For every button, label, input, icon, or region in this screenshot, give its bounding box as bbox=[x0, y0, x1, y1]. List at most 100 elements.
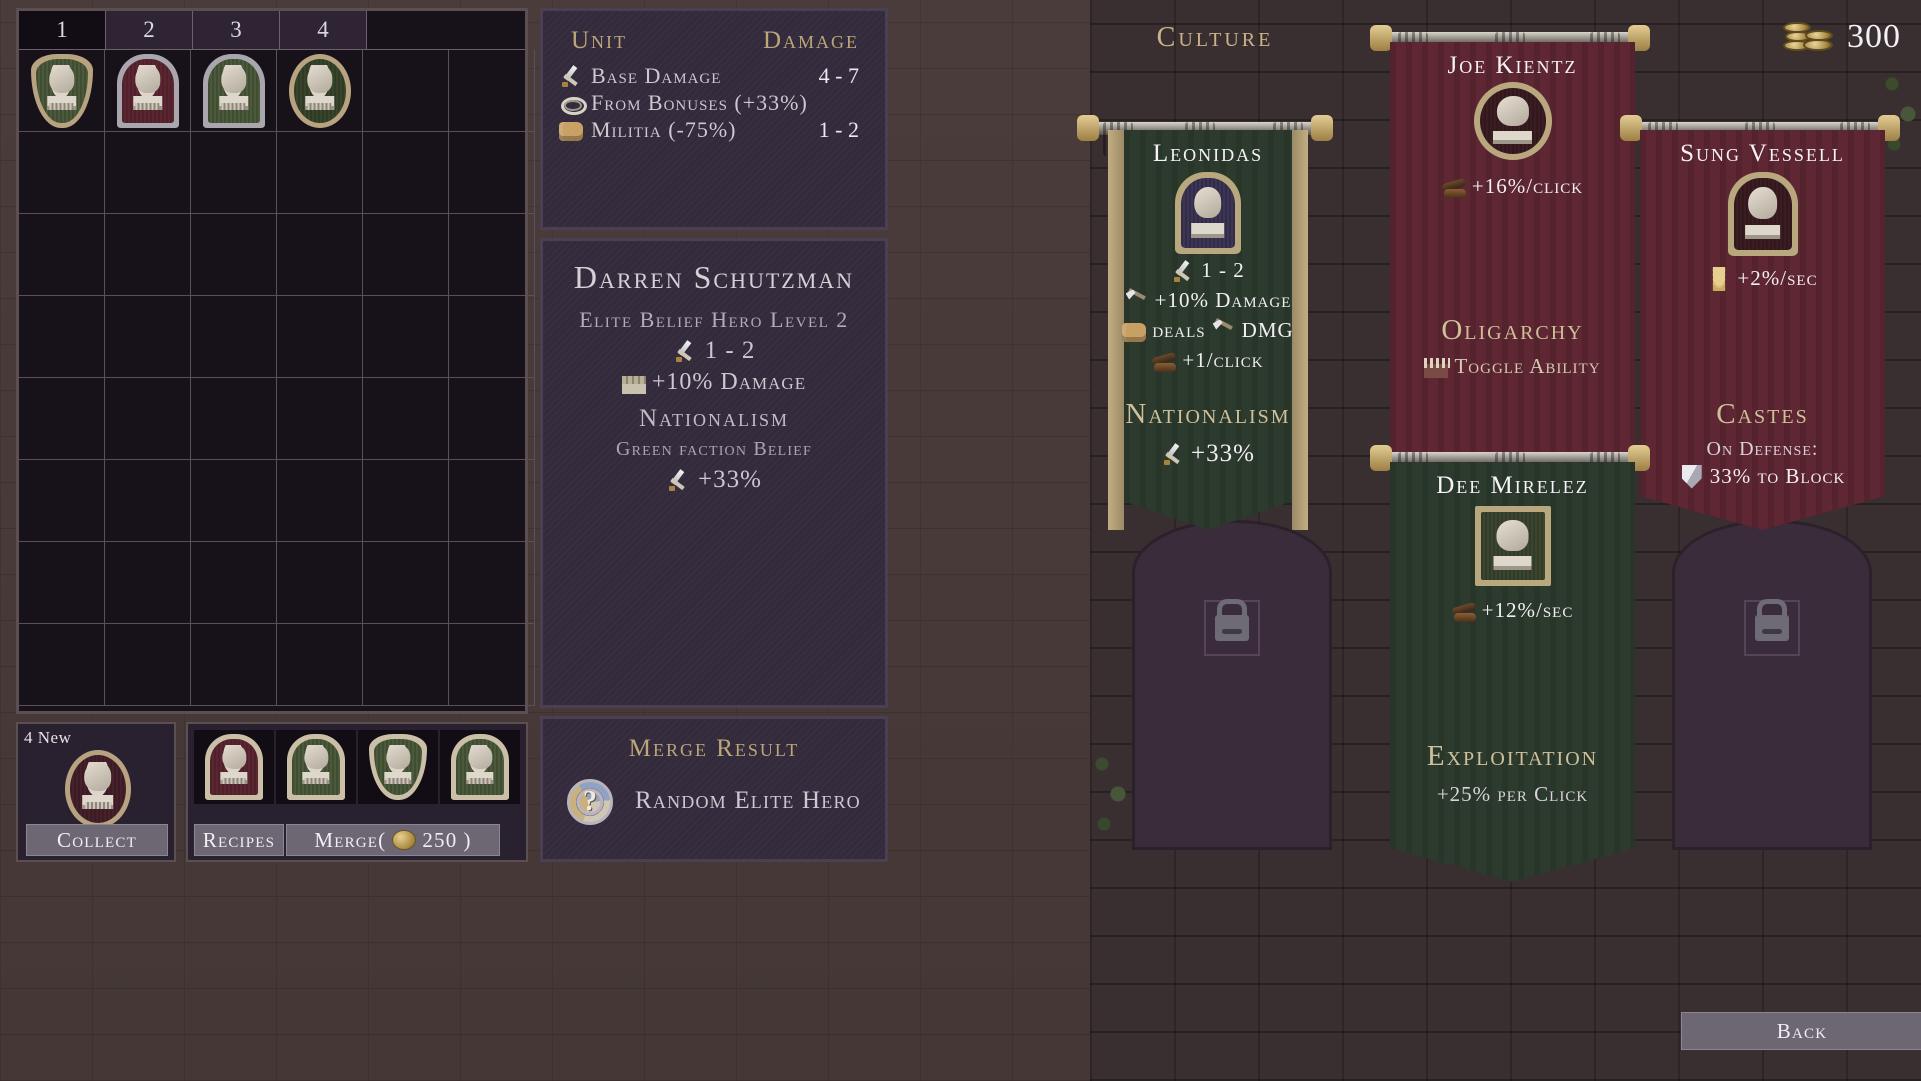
culture-banner-sung-vessell[interactable]: Sung Vessell +2%/sec Castes On Defense: … bbox=[1640, 130, 1885, 530]
collect-button[interactable]: Collect bbox=[26, 824, 168, 856]
banner-portrait[interactable] bbox=[1473, 82, 1552, 160]
inventory-cell[interactable] bbox=[191, 624, 277, 706]
inventory-cell[interactable] bbox=[449, 214, 535, 296]
inventory-cell[interactable] bbox=[191, 460, 277, 542]
inventory-cell[interactable] bbox=[191, 214, 277, 296]
inventory-cell[interactable] bbox=[363, 460, 449, 542]
inventory-cell[interactable] bbox=[19, 132, 105, 214]
tab-label: 2 bbox=[143, 17, 155, 42]
inventory-cell[interactable] bbox=[19, 624, 105, 706]
hero-token[interactable] bbox=[202, 53, 265, 128]
inventory-tab-2[interactable]: 2 bbox=[106, 11, 193, 49]
hero-token[interactable] bbox=[205, 734, 263, 800]
hero-token[interactable] bbox=[369, 734, 427, 800]
inventory-cell[interactable] bbox=[19, 542, 105, 624]
hero-token[interactable] bbox=[65, 750, 131, 828]
hero-name: Darren Schutzman bbox=[573, 259, 855, 295]
inventory-cell[interactable] bbox=[19, 214, 105, 296]
inventory-cell[interactable] bbox=[449, 542, 535, 624]
inventory-cell[interactable] bbox=[449, 624, 535, 706]
stat-text: deals bbox=[1152, 318, 1206, 342]
inventory-cell[interactable] bbox=[191, 542, 277, 624]
inventory-tab-1[interactable]: 1 bbox=[19, 11, 106, 49]
inventory-cell[interactable] bbox=[19, 460, 105, 542]
inventory-cell[interactable] bbox=[277, 460, 363, 542]
inventory-cell[interactable] bbox=[277, 50, 363, 132]
fist-icon bbox=[559, 122, 583, 141]
inventory-cell[interactable] bbox=[449, 460, 535, 542]
banner-portrait[interactable] bbox=[1474, 506, 1551, 586]
unit-stats-card: Unit Damage Base Damage 4 - 7 From Bonus… bbox=[540, 8, 888, 230]
inventory-cell[interactable] bbox=[363, 624, 449, 706]
inventory-grid bbox=[19, 50, 535, 706]
inventory-cell[interactable] bbox=[449, 378, 535, 460]
inventory-cell[interactable] bbox=[105, 378, 191, 460]
marble-bust-icon bbox=[464, 744, 496, 785]
inventory-cell[interactable] bbox=[191, 378, 277, 460]
locked-culture-slot-right[interactable] bbox=[1672, 520, 1872, 850]
inventory-cell[interactable] bbox=[105, 132, 191, 214]
tab-label: 1 bbox=[56, 17, 68, 42]
damage-column-header: Damage bbox=[762, 27, 859, 54]
inventory-cell[interactable] bbox=[277, 296, 363, 378]
inventory-cell[interactable] bbox=[19, 296, 105, 378]
recipe-slot[interactable] bbox=[440, 730, 520, 804]
inventory-cell[interactable] bbox=[19, 50, 105, 132]
inventory-tab-4[interactable]: 4 bbox=[280, 11, 367, 49]
locked-culture-slot-left[interactable] bbox=[1132, 520, 1332, 850]
inventory-cell[interactable] bbox=[277, 132, 363, 214]
banner-toggle-ability[interactable]: Toggle Ability bbox=[1390, 354, 1635, 379]
stat-text: +2%/sec bbox=[1737, 266, 1818, 290]
inventory-cell[interactable] bbox=[277, 624, 363, 706]
inventory-cell[interactable] bbox=[363, 50, 449, 132]
back-button[interactable]: Back bbox=[1681, 1012, 1921, 1050]
inventory-cell[interactable] bbox=[449, 296, 535, 378]
hero-token[interactable] bbox=[287, 734, 345, 800]
recipe-slot[interactable] bbox=[194, 730, 274, 804]
marble-bust-icon bbox=[1492, 520, 1533, 570]
inventory-cell[interactable] bbox=[191, 50, 277, 132]
inventory-cell[interactable] bbox=[277, 214, 363, 296]
inventory-cell[interactable] bbox=[449, 132, 535, 214]
inventory-cell[interactable] bbox=[105, 460, 191, 542]
hero-token[interactable] bbox=[451, 734, 509, 800]
inventory-cell[interactable] bbox=[363, 378, 449, 460]
inventory-cell[interactable] bbox=[105, 624, 191, 706]
inventory-cell[interactable] bbox=[191, 296, 277, 378]
row-label: Base Damage bbox=[591, 63, 722, 88]
inventory-cell[interactable] bbox=[277, 542, 363, 624]
marble-bust-icon bbox=[1744, 187, 1782, 240]
marble-bust-icon bbox=[1190, 186, 1226, 238]
recipes-button[interactable]: Recipes bbox=[194, 824, 284, 856]
banner-hero-name: Joe Kientz bbox=[1447, 52, 1578, 79]
banner-stat-click: +1/click bbox=[1108, 348, 1308, 373]
merge-button[interactable]: Merge( 250 ) bbox=[286, 824, 500, 856]
inventory-cell[interactable] bbox=[449, 50, 535, 132]
hero-token[interactable] bbox=[116, 53, 179, 128]
banner-portrait[interactable] bbox=[1727, 172, 1798, 256]
culture-banner-leonidas[interactable]: Leonidas 1 - 2 +10% Damage deals DMG +1/… bbox=[1108, 130, 1308, 530]
banner-portrait[interactable] bbox=[1175, 172, 1241, 254]
hero-token[interactable] bbox=[288, 53, 351, 128]
inventory-tab-3[interactable]: 3 bbox=[193, 11, 280, 49]
hero-token[interactable] bbox=[30, 53, 93, 128]
inventory-cell[interactable] bbox=[105, 50, 191, 132]
inventory-cell[interactable] bbox=[191, 132, 277, 214]
inventory-cell[interactable] bbox=[363, 132, 449, 214]
inventory-cell[interactable] bbox=[105, 542, 191, 624]
recipe-slot[interactable] bbox=[358, 730, 438, 804]
logs-icon bbox=[1442, 180, 1466, 198]
culture-banner-dee-mirelez[interactable]: Dee Mirelez +12%/sec Exploitation +25% p… bbox=[1390, 462, 1635, 882]
spear-icon bbox=[1125, 289, 1149, 313]
inventory-cell[interactable] bbox=[105, 296, 191, 378]
inventory-cell[interactable] bbox=[277, 378, 363, 460]
banner-belief-stat: +33% bbox=[1108, 440, 1308, 468]
inventory-cell[interactable] bbox=[19, 378, 105, 460]
collect-hero-token[interactable] bbox=[65, 750, 131, 828]
hero-subtitle: Elite Belief Hero Level 2 bbox=[579, 307, 849, 332]
inventory-cell[interactable] bbox=[105, 214, 191, 296]
inventory-cell[interactable] bbox=[363, 296, 449, 378]
inventory-cell[interactable] bbox=[363, 214, 449, 296]
recipe-slot[interactable] bbox=[276, 730, 356, 804]
inventory-cell[interactable] bbox=[363, 542, 449, 624]
